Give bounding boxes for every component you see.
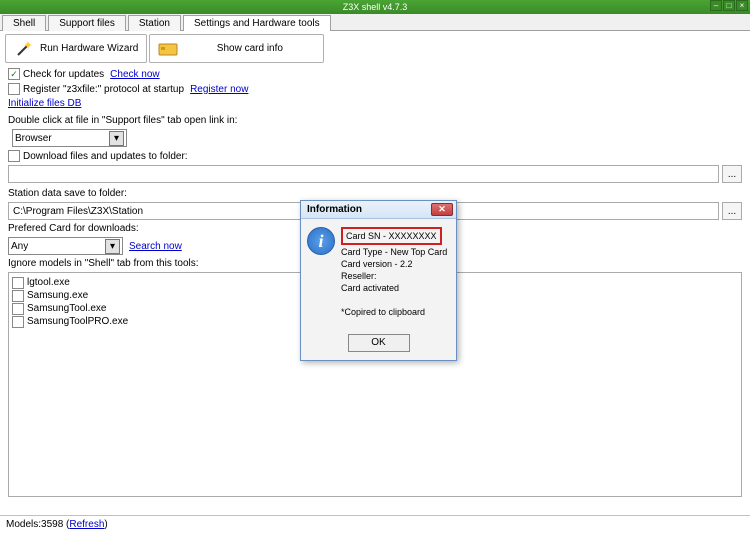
preferred-card-select[interactable]: Any ▾ [8, 237, 123, 255]
minimize-button[interactable]: – [710, 0, 722, 11]
card-type-line: Card Type - New Top Card [341, 247, 447, 257]
wizard-button-label: Run Hardware Wizard [40, 43, 138, 54]
refresh-link[interactable]: Refresh [69, 519, 104, 530]
preferred-card-label: Prefered Card for downloads: [8, 223, 139, 234]
dialog-title: Information [307, 204, 362, 215]
check-updates-label: Check for updates [23, 69, 104, 80]
activated-line: Card activated [341, 283, 399, 293]
status-bar: Models: 3598 (Refresh) [0, 515, 750, 533]
wand-icon [14, 39, 34, 59]
ignore-checkbox[interactable] [12, 290, 24, 302]
station-path-label: Station data save to folder: [8, 188, 127, 199]
download-folder-checkbox[interactable] [8, 150, 20, 162]
titlebar: Z3X shell v4.7.3 – □ × [0, 0, 750, 14]
ignore-checkbox[interactable] [12, 303, 24, 315]
download-folder-input[interactable] [8, 165, 719, 183]
open-link-label: Double click at file in "Support files" … [8, 115, 237, 126]
window-title: Z3X shell v4.7.3 [343, 2, 408, 12]
search-now-link[interactable]: Search now [129, 241, 182, 252]
reseller-line: Reseller: [341, 271, 377, 281]
open-link-value: Browser [15, 133, 52, 144]
tab-support-files[interactable]: Support files [48, 15, 126, 31]
close-button[interactable]: × [736, 0, 748, 11]
register-now-link[interactable]: Register now [190, 84, 248, 95]
dialog-text: Card SN - XXXXXXXX Card Type - New Top C… [341, 227, 447, 318]
initialize-db-link[interactable]: Initialize files DB [8, 98, 81, 109]
ignore-models-label: Ignore models in "Shell" tab from this t… [8, 258, 199, 269]
chevron-down-icon: ▾ [105, 239, 120, 254]
ignore-checkbox[interactable] [12, 316, 24, 328]
download-folder-label: Download files and updates to folder: [23, 151, 188, 162]
card-sn-line: Card SN - XXXXXXXX [341, 227, 442, 245]
station-path-browse-button[interactable]: ... [722, 202, 742, 220]
register-protocol-label: Register "z3xfile:" protocol at startup [23, 84, 184, 95]
models-label: Models: [6, 519, 41, 530]
check-now-link[interactable]: Check now [110, 69, 159, 80]
toolbar: Run Hardware Wizard Show card info [0, 31, 750, 66]
copied-line: *Copired to clipboard [341, 307, 425, 317]
card-icon [158, 39, 178, 59]
info-icon: i [307, 227, 335, 255]
tab-settings[interactable]: Settings and Hardware tools [183, 15, 331, 31]
register-protocol-checkbox[interactable] [8, 83, 20, 95]
dialog-close-button[interactable]: ✕ [431, 203, 453, 216]
download-folder-browse-button[interactable]: ... [722, 165, 742, 183]
run-hardware-wizard-button[interactable]: Run Hardware Wizard [5, 34, 147, 63]
models-count: 3598 [41, 519, 63, 530]
show-card-info-button[interactable]: Show card info [149, 34, 324, 63]
tab-shell[interactable]: Shell [2, 15, 46, 31]
tab-station[interactable]: Station [128, 15, 181, 31]
dialog-titlebar: Information ✕ [301, 201, 456, 219]
chevron-down-icon: ▾ [109, 131, 124, 146]
cardinfo-button-label: Show card info [217, 43, 283, 54]
open-link-select[interactable]: Browser ▾ [12, 129, 127, 147]
ok-button[interactable]: OK [348, 334, 410, 352]
maximize-button[interactable]: □ [723, 0, 735, 11]
check-updates-checkbox[interactable]: ✓ [8, 68, 20, 80]
information-dialog: Information ✕ i Card SN - XXXXXXXX Card … [300, 200, 457, 361]
card-version-line: Card version - 2.2 [341, 259, 413, 269]
preferred-card-value: Any [11, 241, 28, 252]
ignore-checkbox[interactable] [12, 277, 24, 289]
tab-bar: Shell Support files Station Settings and… [0, 14, 750, 31]
